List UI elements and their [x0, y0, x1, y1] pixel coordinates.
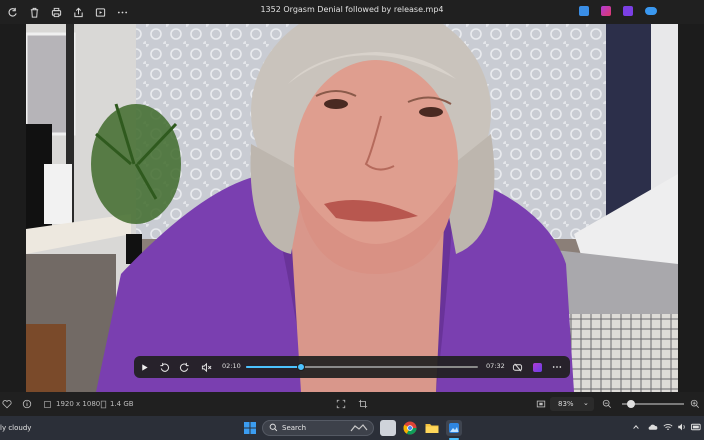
taskbar-search[interactable]: Search — [262, 420, 374, 436]
loop-icon[interactable] — [509, 359, 525, 375]
seek-bar-progress — [246, 366, 301, 368]
search-highlight-icon — [349, 423, 369, 435]
zoom-slider[interactable] — [622, 400, 684, 408]
total-time: 07:32 — [486, 362, 505, 370]
heart-icon[interactable] — [0, 397, 14, 411]
network-cloud-icon[interactable] — [646, 421, 658, 433]
zoom-slider-thumb[interactable] — [627, 400, 636, 408]
search-label: Search — [282, 424, 307, 432]
photos-app-icon[interactable] — [579, 6, 589, 16]
file-size-icon — [96, 397, 110, 411]
slideshow-icon[interactable] — [90, 2, 110, 22]
actual-size-icon[interactable] — [534, 397, 548, 411]
share-icon[interactable] — [68, 2, 88, 22]
delete-icon[interactable] — [24, 2, 44, 22]
info-icon[interactable] — [20, 397, 34, 411]
seek-bar-thumb[interactable] — [296, 363, 305, 371]
video-frame[interactable]: 02:10 07:32 — [26, 24, 678, 392]
clipchamp-app-icon[interactable] — [601, 6, 611, 16]
wifi-icon[interactable] — [662, 421, 674, 433]
window-title: 1352 Orgasm Denial followed by release.m… — [260, 5, 444, 14]
current-time: 02:10 — [222, 362, 241, 370]
taskbar: ly cloudy Search — [0, 416, 704, 440]
volume-icon[interactable] — [676, 421, 688, 433]
photos-taskbar-icon[interactable] — [446, 420, 462, 436]
onedrive-icon[interactable] — [645, 7, 657, 15]
image-dimensions: 1920 x 1080 — [56, 400, 101, 408]
crop-icon[interactable] — [356, 397, 370, 411]
play-icon[interactable] — [136, 359, 152, 375]
seek-bar[interactable] — [246, 363, 478, 371]
forward-30-icon[interactable] — [176, 359, 192, 375]
zoom-level: 83% — [558, 400, 574, 408]
more-options-icon[interactable] — [112, 2, 132, 22]
zoom-out-icon[interactable] — [600, 397, 614, 411]
more-icon[interactable] — [549, 359, 565, 375]
clipchamp-icon[interactable] — [529, 359, 545, 375]
fit-to-window-icon[interactable] — [334, 397, 348, 411]
rotate-icon[interactable] — [2, 2, 22, 22]
playback-controls: 02:10 07:32 — [134, 356, 570, 378]
print-icon[interactable] — [46, 2, 66, 22]
status-bar: 1920 x 1080 1.4 GB 83% ⌄ — [0, 392, 704, 416]
video-app-icon[interactable] — [623, 6, 633, 16]
battery-icon[interactable] — [690, 421, 702, 433]
file-explorer-icon[interactable] — [424, 420, 440, 436]
rewind-10-icon[interactable] — [156, 359, 172, 375]
title-bar: 1352 Orgasm Denial followed by release.m… — [0, 0, 704, 24]
zoom-dropdown[interactable]: 83% ⌄ — [550, 397, 594, 411]
zoom-in-icon[interactable] — [688, 397, 702, 411]
chrome-icon[interactable] — [402, 420, 418, 436]
search-icon — [269, 423, 278, 434]
weather-text[interactable]: ly cloudy — [0, 424, 31, 432]
chevron-up-icon[interactable] — [630, 421, 642, 433]
mute-icon[interactable] — [198, 359, 214, 375]
dimensions-icon — [40, 397, 54, 411]
chevron-down-icon: ⌄ — [583, 399, 589, 407]
file-size: 1.4 GB — [110, 400, 134, 408]
task-view-icon[interactable] — [380, 420, 396, 436]
windows-start-icon[interactable] — [242, 420, 258, 436]
video-frame-image — [26, 24, 678, 392]
